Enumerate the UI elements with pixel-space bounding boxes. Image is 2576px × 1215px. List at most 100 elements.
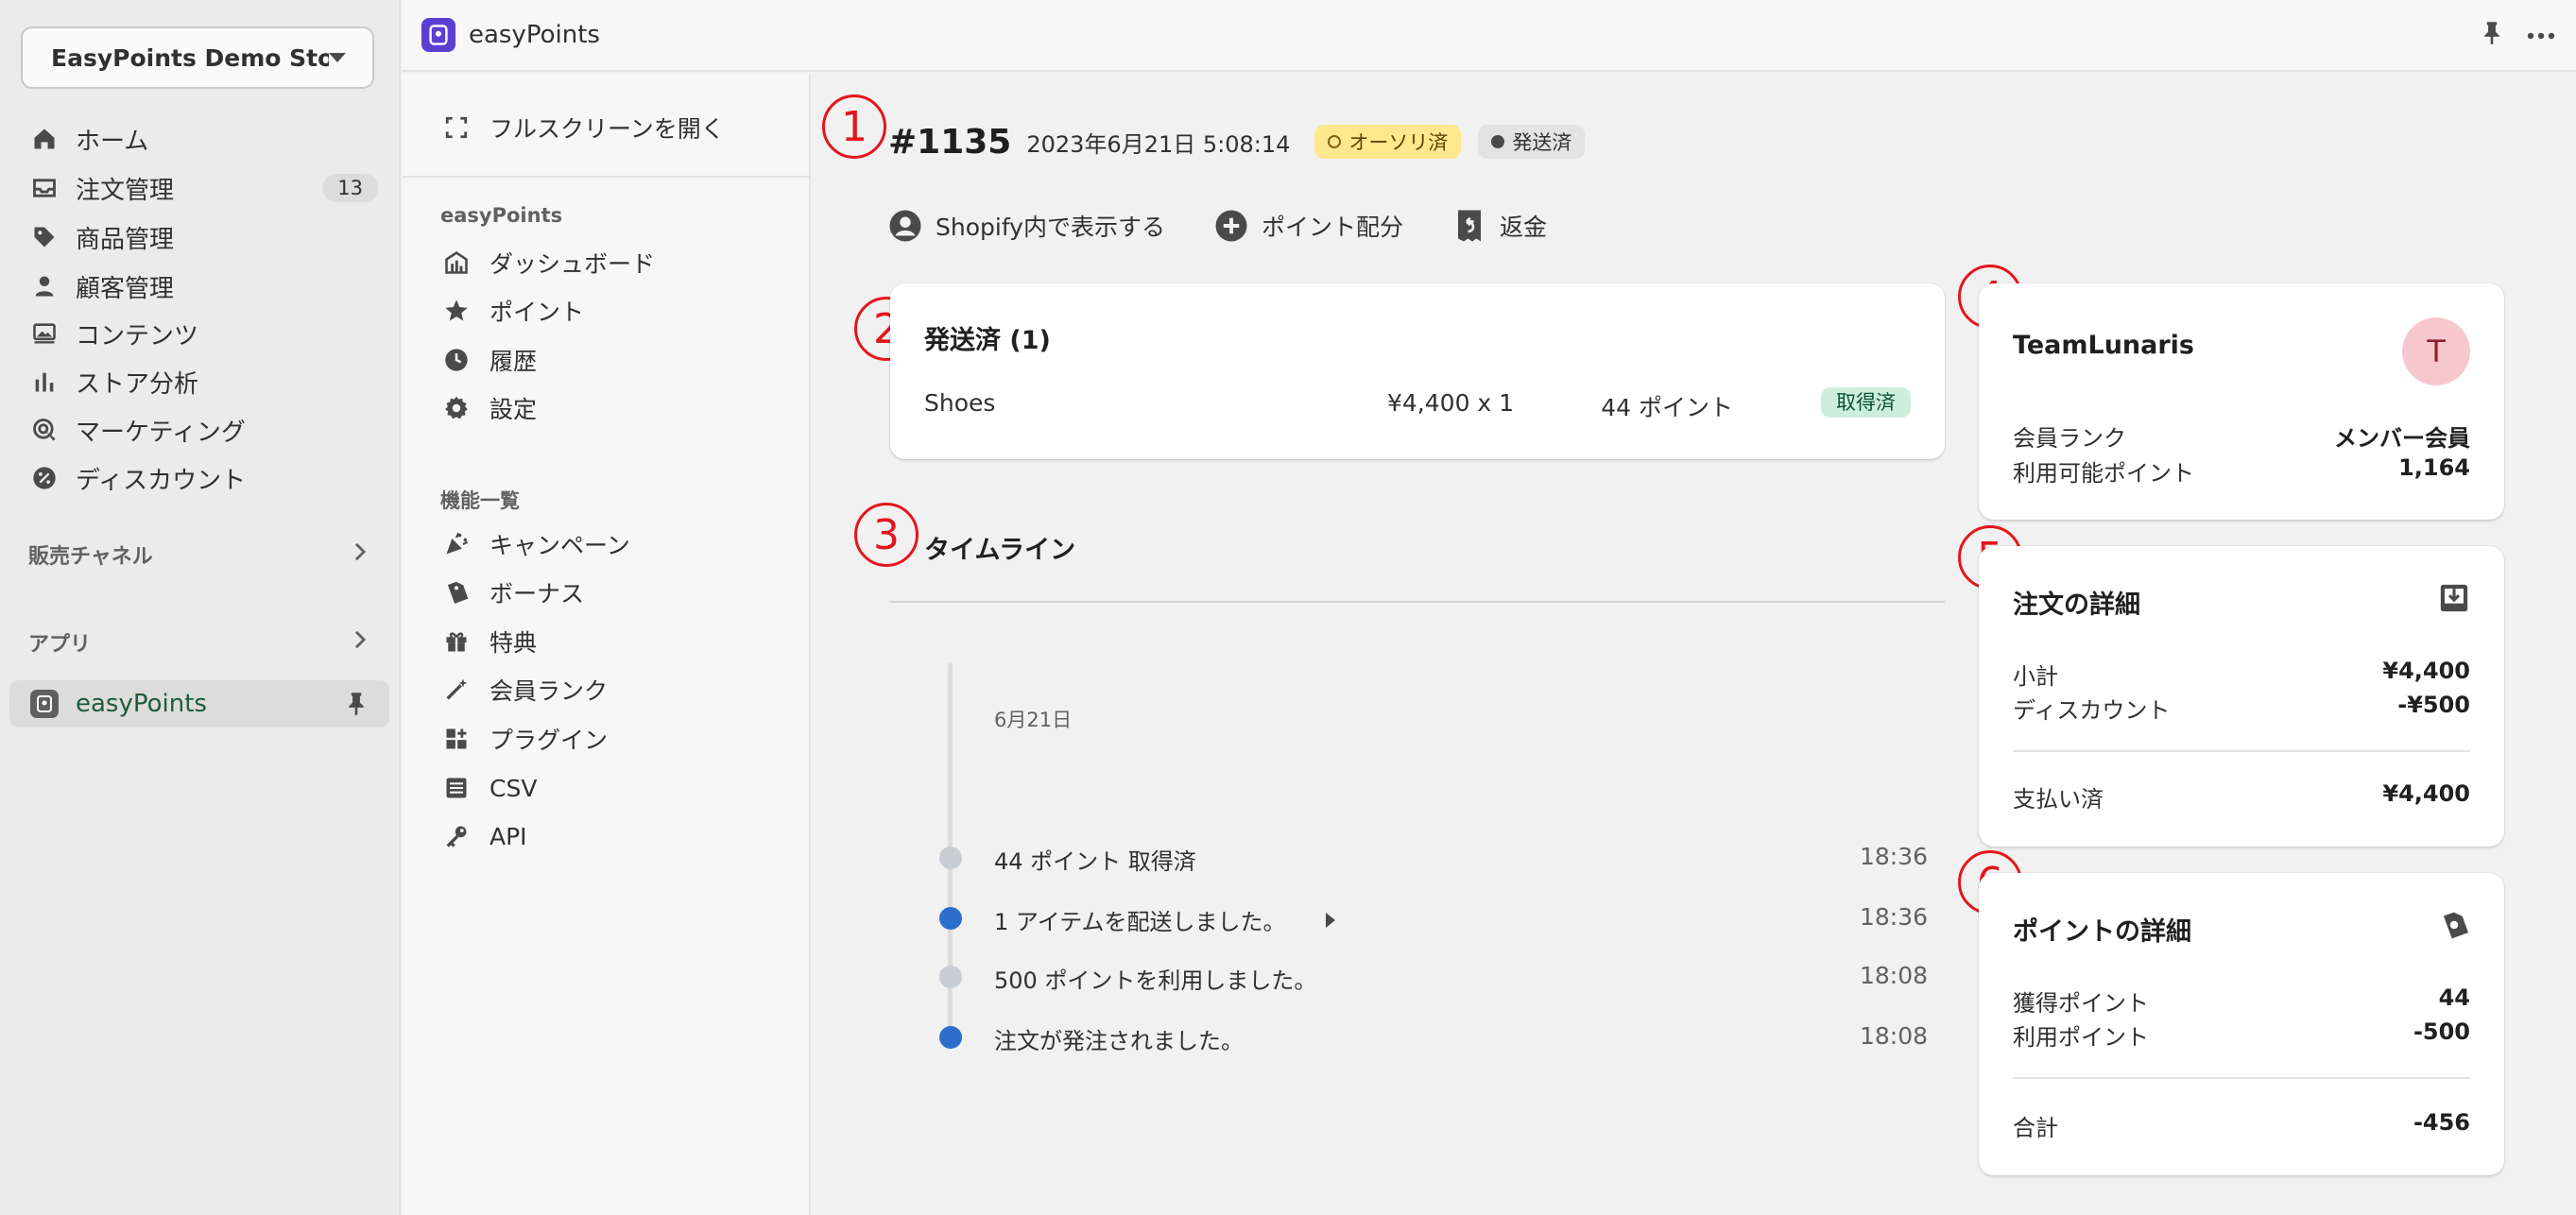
app-nav-label: CSV [489,774,538,802]
timeline-event-time: 18:36 [1859,903,1928,931]
timeline-event[interactable]: 1 アイテムを配送しました。 18:36 [890,901,1928,935]
paid-row: 支払い済 ¥4,400 [2013,780,2470,813]
pin-icon[interactable] [2482,21,2502,49]
app-nav-settings[interactable]: 設定 [440,387,537,429]
app-nav-points[interactable]: ポイント [440,290,584,332]
app-nav-perks[interactable]: 特典 [440,621,537,662]
timeline-divider [890,601,1945,603]
badge-label: オーソリ済 [1348,131,1449,154]
view-in-shopify-button[interactable]: Shopify内で表示する [888,209,1165,243]
discount-row: ディスカウント -¥500 [2013,692,2470,725]
app-nav-label: ボーナス [489,580,585,608]
member-rank-row: 会員ランク メンバー会員 [2013,419,2470,453]
timeline-date: 6月21日 [994,709,1073,731]
section-features: 機能一覧 [440,489,520,512]
kv-label: 小計 [2013,663,2058,690]
more-options-icon[interactable] [2527,26,2555,44]
app-nav-label: ダッシュボード [489,250,656,278]
card-divider [2013,1077,2470,1079]
app-nav-label: 特典 [489,629,538,657]
allocate-points-button[interactable]: ポイント配分 [1214,209,1403,243]
pin-icon[interactable] [346,692,367,716]
sales-channels-section[interactable]: 販売チャネル [28,536,369,573]
sidebar-divider [403,176,809,178]
star-icon [440,295,472,327]
shipped-card-title: 発送済 (1) [924,326,1051,355]
plus-circle-icon [1214,209,1248,243]
bar-chart-icon [28,366,60,398]
nav-orders[interactable]: 注文管理 13 [28,167,378,209]
customer-name[interactable]: TeamLunaris [2013,331,2194,360]
timeline-event-time: 18:08 [1859,1022,1928,1050]
order-detail-title: 注文の詳細 [2013,590,2140,620]
status-wrap: 取得済 [1821,387,1911,418]
inbox-icon [28,172,60,204]
app-nav-label: 履歴 [489,348,538,375]
order-header: #1135 2023年6月21日 5:08:14 オーソリ済 発送済 [888,115,1602,168]
store-selector[interactable]: EasyPoints Demo Stor... [21,26,374,89]
kv-label: 利用ポイント [2013,1024,2149,1051]
nav-label: コンテンツ [76,321,199,351]
timeline-event-text-wrap: 1 アイテムを配送しました。 [994,903,1335,936]
app-nav-label: ポイント [489,299,585,326]
timeline-event-text: 注文が発注されました。 [994,1028,1244,1054]
points-detail-card: ポイントの詳細 獲得ポイント 44 利用ポイント -500 合計 -456 [1979,873,2504,1175]
shipped-items-card: 発送済 (1) Shoes ¥4,400 x 1 44 ポイント 取得済 [890,283,1945,459]
circle-outline-icon [1328,135,1342,148]
nav-home[interactable]: ホーム [28,118,378,160]
nav-customers[interactable]: 顧客管理 [28,265,378,307]
kv-value: ¥4,400 [2382,658,2470,684]
nav-marketing[interactable]: マーケティング [28,409,378,451]
price-tag-icon [2438,909,2470,945]
app-nav-campaign[interactable]: キャンペーン [440,523,630,565]
apps-section[interactable]: アプリ [28,624,369,661]
action-label: ポイント配分 [1261,214,1403,241]
kv-value: -500 [2413,1018,2470,1045]
clock-icon [440,344,472,376]
nav-label: 顧客管理 [76,274,175,303]
kv-value: 1,164 [2398,454,2470,481]
used-points-row: 利用ポイント -500 [2013,1018,2470,1052]
fullscreen-label: フルスクリーンを開く [489,115,725,143]
open-fullscreen-link[interactable]: フルスクリーンを開く [440,104,725,151]
caret-down-icon [329,53,346,62]
timeline-event-text: 44 ポイント 取得済 [994,848,1196,875]
app-nav-history[interactable]: 履歴 [440,339,537,381]
kv-label: ディスカウント [2013,697,2171,724]
admin-sidebar: EasyPoints Demo Stor... ホーム 注文管理 13 商品管理… [0,0,401,1215]
nav-label: 商品管理 [76,225,175,254]
refund-button[interactable]: 返金 [1452,209,1547,243]
app-nav-member-rank[interactable]: 会員ランク [440,669,608,710]
app-nav-bonus[interactable]: ボーナス [440,572,584,613]
expand-arrow-icon[interactable] [1325,912,1335,928]
timeline-dot [939,966,962,988]
nav-analytics[interactable]: ストア分析 [28,361,378,402]
app-nav-csv[interactable]: CSV [440,767,537,809]
app-nav-dashboard[interactable]: ダッシュボード [440,242,655,283]
total-points-row: 合計 -456 [2013,1109,2470,1142]
tag-icon [28,221,60,253]
app-nav-label: 設定 [489,396,538,423]
nav-content[interactable]: コンテンツ [28,313,378,354]
sidebar-app-easypoints[interactable]: easyPoints [9,680,389,727]
kv-label: 合計 [2013,1115,2058,1141]
order-detail-card: 注文の詳細 小計 ¥4,400 ディスカウント -¥500 支払い済 ¥4,40… [1979,546,2504,847]
app-nav-plugins[interactable]: プラグイン [440,718,608,760]
action-label: 返金 [1500,214,1548,241]
app-nav-label: API [489,822,527,850]
download-icon[interactable] [2438,582,2470,618]
kv-value: -456 [2413,1109,2470,1136]
points-earned-badge: 取得済 [1821,387,1911,418]
section-label: アプリ [28,633,92,657]
dashboard-icon [440,247,472,279]
kv-value: 44 [2438,984,2470,1011]
nav-products[interactable]: 商品管理 [28,216,378,258]
line-item-name: Shoes [924,389,996,417]
app-nav-api[interactable]: API [440,815,527,857]
app-label: easyPoints [76,690,207,718]
section-easypoints: easyPoints [440,204,563,227]
circle-filled-icon [1491,135,1505,148]
price-tag-icon [440,576,472,608]
store-name: EasyPoints Demo Stor... [51,43,329,72]
nav-discounts[interactable]: ディスカウント [28,457,378,499]
